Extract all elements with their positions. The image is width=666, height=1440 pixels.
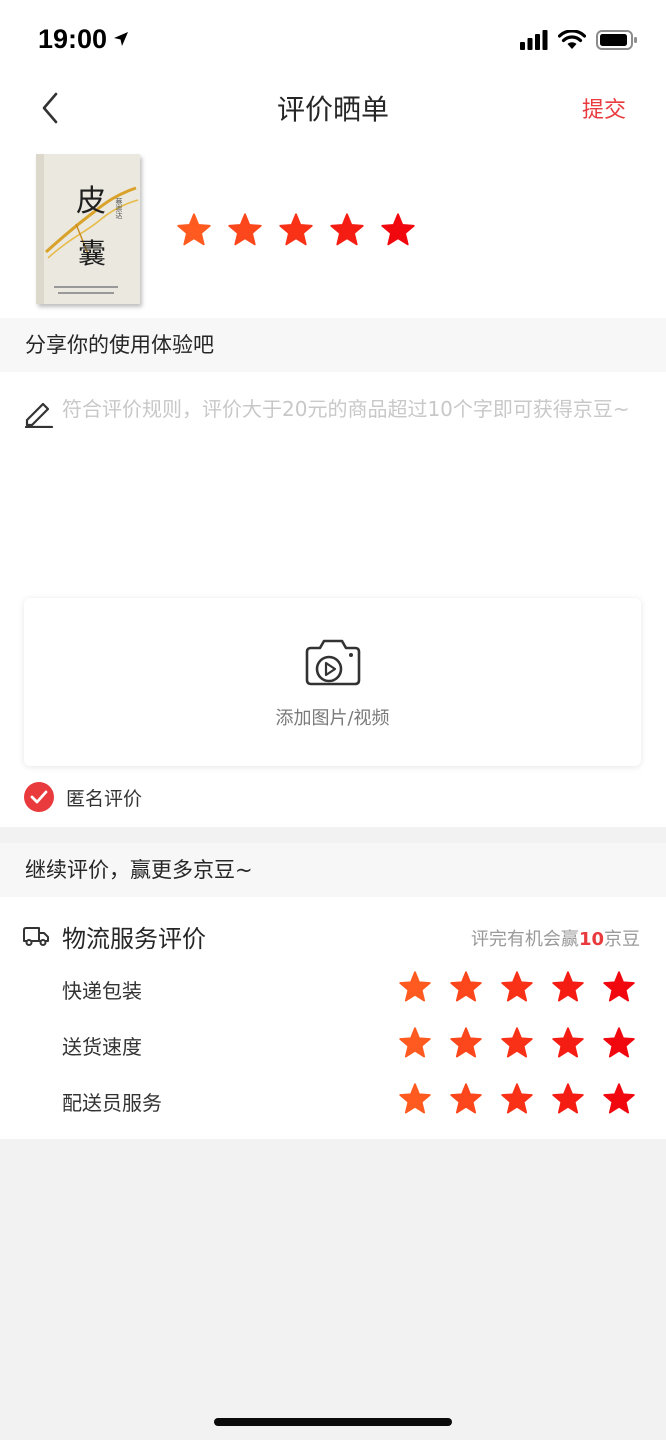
- home-indicator: [214, 1418, 452, 1426]
- courier-service-rating-stars[interactable]: [398, 1082, 636, 1116]
- star-icon[interactable]: [380, 212, 416, 248]
- review-text-input[interactable]: [62, 396, 642, 556]
- share-experience-header: 分享你的使用体验吧: [0, 318, 666, 372]
- star-icon[interactable]: [500, 1082, 534, 1116]
- product-rating-row: 皮 囊 蔡崇达: [0, 140, 666, 318]
- star-icon[interactable]: [500, 970, 534, 1004]
- add-media-label: 添加图片/视频: [275, 708, 390, 729]
- checkmark-icon: [30, 790, 48, 804]
- checkbox-checked-icon[interactable]: [24, 782, 54, 812]
- section-divider: [0, 827, 666, 843]
- book-title-char-2: 囊: [78, 237, 107, 270]
- star-icon[interactable]: [500, 1026, 534, 1060]
- logistics-rating-section: 物流服务评价 评完有机会赢10京豆 快递包装 送货速度 配送员服务: [0, 897, 666, 1139]
- rating-row-courier-service: 配送员服务: [0, 1079, 666, 1119]
- status-time: 19:00: [38, 24, 108, 54]
- rating-row-packaging: 快递包装: [0, 967, 666, 1007]
- star-icon[interactable]: [602, 1026, 636, 1060]
- packaging-label: 快递包装: [62, 979, 142, 1003]
- star-icon[interactable]: [329, 212, 365, 248]
- book-author: 蔡崇达: [115, 198, 123, 219]
- delivery-speed-rating-stars[interactable]: [398, 1026, 636, 1060]
- logistics-title: 物流服务评价: [62, 925, 206, 953]
- logistics-reward-hint: 评完有机会赢10京豆: [471, 925, 640, 951]
- navigation-bar: 评价晒单 提交: [0, 80, 666, 140]
- submit-button[interactable]: 提交: [582, 92, 626, 124]
- review-area: 添加图片/视频 匿名评价: [0, 372, 666, 827]
- location-arrow-icon: [114, 32, 128, 46]
- delivery-speed-label: 送货速度: [62, 1035, 142, 1059]
- star-icon[interactable]: [398, 1026, 432, 1060]
- packaging-rating-stars[interactable]: [398, 970, 636, 1004]
- continue-review-header: 继续评价，赢更多京豆~: [0, 843, 666, 897]
- pen-icon: [24, 402, 54, 428]
- anonymous-review-toggle[interactable]: 匿名评价: [24, 782, 142, 812]
- reward-hint-count: 10: [578, 929, 604, 950]
- truck-icon: [23, 927, 49, 946]
- courier-service-label: 配送员服务: [62, 1091, 162, 1115]
- star-icon[interactable]: [551, 970, 585, 1004]
- star-icon[interactable]: [551, 1082, 585, 1116]
- star-icon[interactable]: [278, 212, 314, 248]
- star-icon[interactable]: [449, 970, 483, 1004]
- star-icon[interactable]: [176, 212, 212, 248]
- star-icon[interactable]: [449, 1026, 483, 1060]
- camera-video-icon: [305, 639, 361, 686]
- star-icon[interactable]: [449, 1082, 483, 1116]
- add-media-button[interactable]: 添加图片/视频: [24, 598, 641, 766]
- rating-row-delivery-speed: 送货速度: [0, 1023, 666, 1063]
- status-bar: 19:00: [0, 0, 666, 80]
- book-title-char-1: 皮: [76, 184, 106, 219]
- product-image[interactable]: 皮 囊 蔡崇达: [36, 154, 140, 304]
- wifi-icon: [558, 30, 586, 49]
- star-icon[interactable]: [602, 1082, 636, 1116]
- cellular-signal-icon: [520, 30, 548, 50]
- reward-hint-suffix: 京豆: [604, 929, 640, 950]
- star-icon[interactable]: [227, 212, 263, 248]
- status-indicators: [520, 26, 638, 54]
- star-icon[interactable]: [602, 970, 636, 1004]
- star-icon[interactable]: [398, 1082, 432, 1116]
- star-icon[interactable]: [551, 1026, 585, 1060]
- product-rating-stars[interactable]: [176, 212, 416, 248]
- reward-hint-prefix: 评完有机会赢: [470, 929, 579, 950]
- battery-icon: [596, 30, 637, 50]
- star-icon[interactable]: [398, 970, 432, 1004]
- anonymous-review-label: 匿名评价: [66, 787, 143, 810]
- page-title: 评价晒单: [276, 93, 389, 126]
